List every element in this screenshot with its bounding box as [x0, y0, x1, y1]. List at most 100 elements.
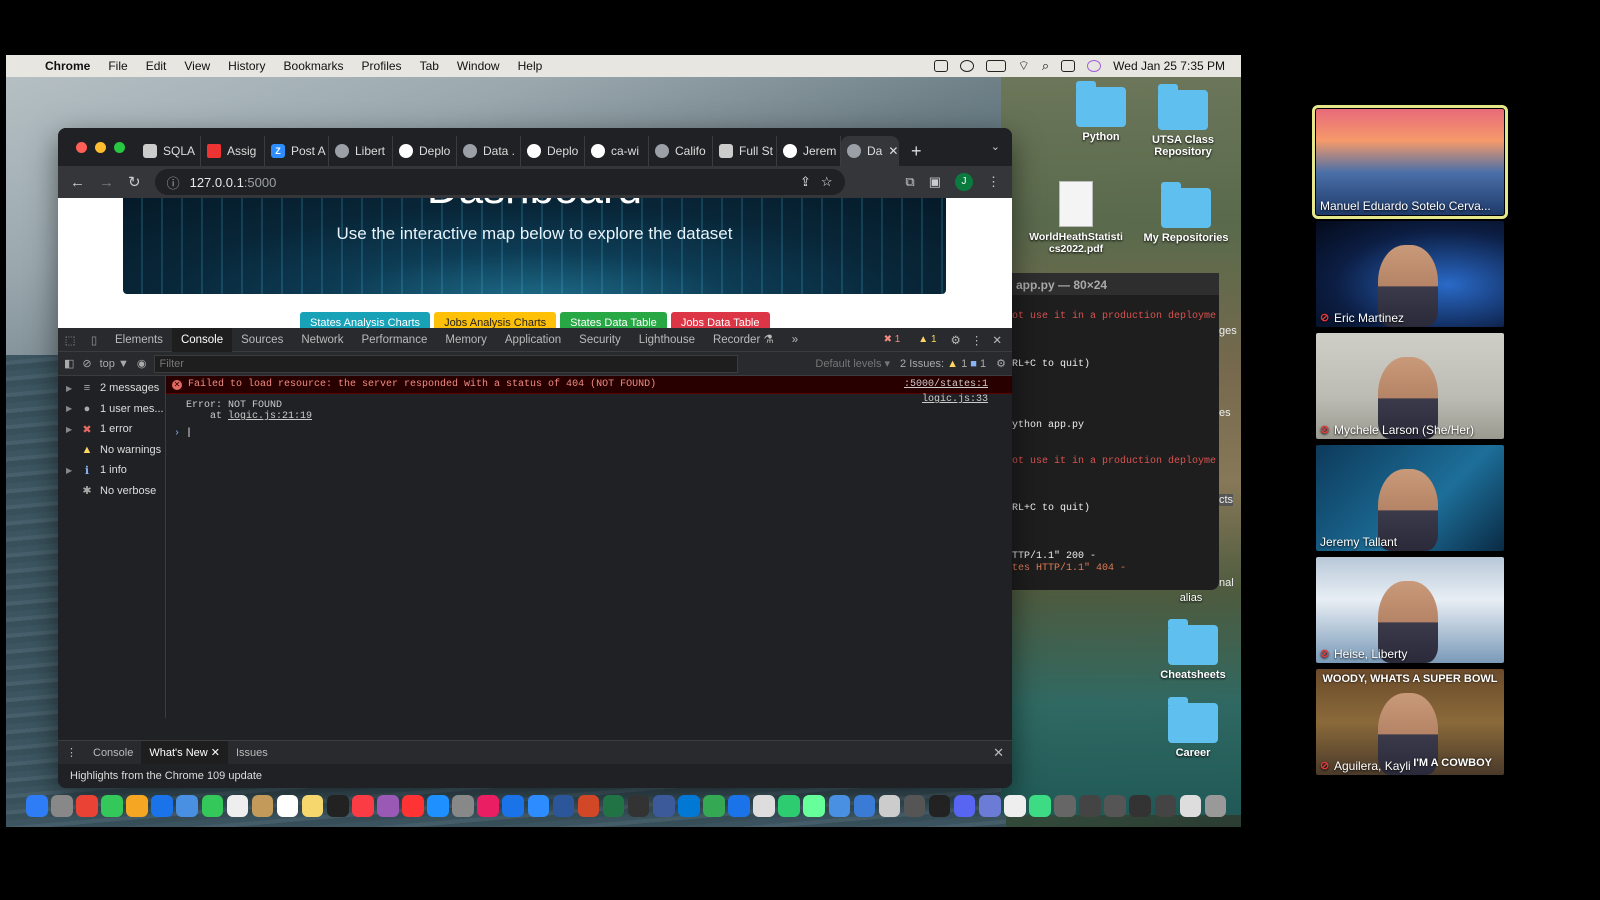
- dock-app-icon[interactable]: [51, 795, 73, 817]
- dock-app-icon[interactable]: [552, 795, 575, 817]
- dock-app-icon[interactable]: [76, 795, 98, 817]
- log-levels-dropdown[interactable]: Default levels ▾: [815, 357, 890, 370]
- reload-icon[interactable]: ↻: [128, 173, 141, 191]
- terminal-window[interactable]: app.py — 80×24 ot use it in a production…: [1012, 273, 1219, 590]
- siri-icon[interactable]: [1087, 60, 1102, 72]
- dock-app-icon[interactable]: [703, 795, 725, 817]
- context-selector[interactable]: top ▼: [100, 358, 129, 370]
- dock-app-icon[interactable]: [602, 795, 625, 817]
- wifi-icon[interactable]: ⌔: [1018, 58, 1030, 74]
- devtools-tab[interactable]: Lighthouse: [630, 328, 704, 352]
- console-sidebar-item[interactable]: ▲ No warnings: [58, 440, 165, 461]
- devtools-tab[interactable]: Sources: [232, 328, 292, 352]
- error-count-badge[interactable]: ✖ 1: [880, 333, 905, 346]
- address-bar[interactable]: ⓘ 127.0.0.1 :5000 ⇪ ☆: [154, 169, 845, 195]
- browser-tab[interactable]: Full St: [713, 136, 777, 166]
- participant-video-tile[interactable]: Jeremy Tallant: [1316, 445, 1504, 551]
- dock-app-icon[interactable]: [1079, 795, 1101, 817]
- drawer-menu-icon[interactable]: ⋮: [58, 741, 85, 765]
- drawer-close-icon[interactable]: ✕: [993, 745, 1012, 761]
- close-tab-icon[interactable]: ✕: [888, 144, 898, 158]
- page-nav-button[interactable]: States Data Table: [560, 312, 667, 328]
- dock-app-icon[interactable]: [276, 795, 299, 817]
- page-nav-button[interactable]: Jobs Data Table: [670, 312, 770, 328]
- devtools-tab[interactable]: Performance: [353, 328, 437, 352]
- dock-app-icon[interactable]: [978, 795, 1001, 817]
- menu-app-name[interactable]: Chrome: [36, 59, 99, 73]
- menu-profiles[interactable]: Profiles: [353, 59, 411, 73]
- menu-history[interactable]: History: [219, 59, 274, 73]
- play-icon[interactable]: [959, 60, 974, 72]
- dock-app-icon[interactable]: [1104, 795, 1126, 817]
- participant-video-tile[interactable]: ⊘ Heise, Liberty: [1316, 557, 1504, 663]
- warning-count-badge[interactable]: ▲ 1: [914, 333, 940, 346]
- dock-app-icon[interactable]: [803, 795, 825, 817]
- stack-frame-link[interactable]: logic.js:21:19: [228, 411, 312, 422]
- dock-app-icon[interactable]: [627, 795, 650, 817]
- console-sidebar-item[interactable]: ✱ No verbose: [58, 481, 165, 502]
- dock-app-icon[interactable]: [953, 795, 976, 817]
- desktop-folder-my-repositories[interactable]: My Repositories: [1141, 182, 1231, 244]
- menu-bar-clock[interactable]: Wed Jan 25 7:35 PM: [1113, 59, 1225, 73]
- dock-app-icon[interactable]: [878, 795, 901, 817]
- tab-search-chevron-icon[interactable]: ⌄: [991, 140, 1000, 153]
- console-sidebar-item[interactable]: ▶ ℹ 1 info: [58, 460, 165, 481]
- browser-tab[interactable]: Jerem: [777, 136, 841, 166]
- clear-console-icon[interactable]: ⊘: [82, 357, 91, 370]
- menu-view[interactable]: View: [175, 59, 219, 73]
- live-expression-eye-icon[interactable]: ◉: [137, 357, 147, 370]
- participant-video-tile[interactable]: Manuel Eduardo Sotelo Cerva...: [1312, 105, 1508, 219]
- dock-app-icon[interactable]: [301, 795, 324, 817]
- dock-app-icon[interactable]: [527, 795, 550, 817]
- menu-help[interactable]: Help: [509, 59, 552, 73]
- menu-window[interactable]: Window: [448, 59, 509, 73]
- adobe-icon[interactable]: [933, 60, 948, 72]
- chrome-menu-icon[interactable]: ⋮: [987, 174, 1000, 190]
- dock-app-icon[interactable]: [427, 795, 449, 817]
- drawer-tab-issues[interactable]: Issues: [228, 741, 276, 765]
- browser-tab[interactable]: Deplo: [521, 136, 585, 166]
- device-toolbar-icon[interactable]: ▯: [82, 333, 106, 347]
- close-window-button[interactable]: [76, 141, 87, 153]
- tab-active[interactable]: Da ✕: [841, 136, 899, 166]
- browser-tab[interactable]: Califo: [649, 136, 713, 166]
- side-panel-icon[interactable]: ▣: [929, 174, 941, 190]
- desktop-alias-label[interactable]: alias: [1146, 592, 1236, 604]
- desktop-folder-utsa-class-repository[interactable]: UTSA Class Repository: [1138, 84, 1228, 158]
- sidebar-toggle-icon[interactable]: ◧: [64, 357, 74, 370]
- extensions-puzzle-icon[interactable]: ⧉: [905, 174, 914, 190]
- console-settings-gear-icon[interactable]: ⚙: [996, 357, 1006, 370]
- drawer-tab-console[interactable]: Console: [85, 741, 141, 765]
- dock-app-icon[interactable]: [853, 795, 876, 817]
- devtools-more-menu-icon[interactable]: ⋮: [971, 333, 983, 347]
- dock-app-icon[interactable]: [1029, 795, 1051, 817]
- dock-app-icon[interactable]: [151, 795, 173, 817]
- dock-app-icon[interactable]: [176, 795, 199, 817]
- console-error-message[interactable]: ✕ Failed to load resource: the server re…: [166, 376, 1012, 394]
- share-icon[interactable]: ⇪: [800, 174, 811, 190]
- dock-app-icon[interactable]: [226, 795, 249, 817]
- forward-icon[interactable]: →: [99, 174, 114, 191]
- dock-app-icon[interactable]: [452, 795, 474, 817]
- dock-app-icon[interactable]: [652, 795, 675, 817]
- console-sidebar-item[interactable]: ▶ ✖ 1 error: [58, 419, 165, 440]
- inspect-element-icon[interactable]: ⬚: [58, 333, 82, 347]
- dock-app-icon[interactable]: [201, 795, 224, 817]
- devtools-close-icon[interactable]: ✕: [992, 333, 1002, 347]
- desktop-folder-career[interactable]: Career: [1148, 697, 1238, 759]
- dock-app-icon[interactable]: [577, 795, 600, 817]
- browser-tab[interactable]: Assig: [201, 136, 265, 166]
- spotlight-search-icon[interactable]: ⌕: [1042, 58, 1049, 74]
- zoom-window-button[interactable]: [114, 141, 125, 153]
- site-info-icon[interactable]: ⓘ: [167, 173, 180, 192]
- dock-app-icon[interactable]: [502, 795, 525, 817]
- desktop-folder-cheatsheets[interactable]: Cheatsheets: [1148, 619, 1238, 681]
- console-sidebar-item[interactable]: ▶ ● 1 user mes...: [58, 399, 165, 420]
- dock-app-icon[interactable]: [678, 795, 700, 817]
- dock-app-icon[interactable]: [728, 795, 750, 817]
- menu-edit[interactable]: Edit: [137, 59, 176, 73]
- dock-app-icon[interactable]: [753, 795, 775, 817]
- devtools-tab[interactable]: Network: [292, 328, 352, 352]
- menu-file[interactable]: File: [99, 59, 136, 73]
- devtools-tab[interactable]: Memory: [436, 328, 496, 352]
